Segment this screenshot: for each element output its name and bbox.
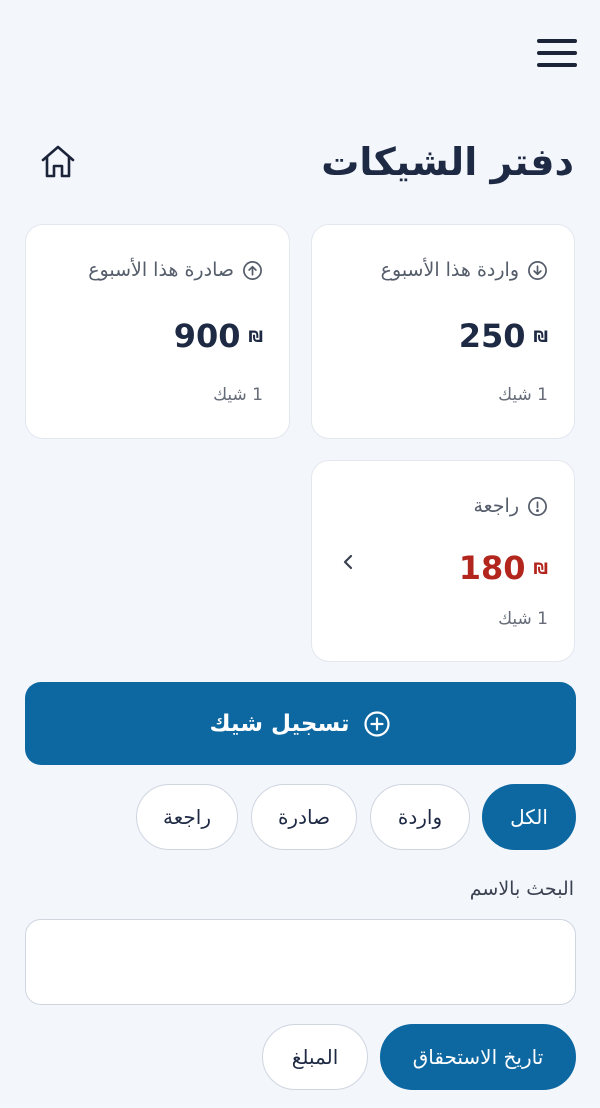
chevron-left-icon[interactable] [340,551,356,573]
register-cheque-button[interactable]: تسجيل شيك [25,682,576,765]
returned-card-header: راجعة [473,495,548,517]
exclamation-circle-icon [528,496,547,516]
sort-amount[interactable]: المبلغ [262,1024,368,1090]
menu-bar-top [537,39,577,43]
page-title: دفتر الشيكات [321,140,574,184]
incoming-card-label: واردة هذا الأسبوع [380,259,519,281]
filter-all[interactable]: الكل [482,784,576,850]
returned-card-count: 1 شيك [498,609,548,629]
search-input[interactable] [25,919,576,1005]
returned-card[interactable]: راجعة ₪ 180 1 شيك [311,460,575,662]
arrow-down-circle-icon [528,260,547,280]
plus-circle-icon [364,710,391,737]
search-label: البحث بالاسم [469,878,574,900]
hamburger-menu-icon[interactable] [537,36,577,70]
shekel-icon: ₪ [533,558,548,578]
outgoing-amount-value: 900 [173,317,241,355]
returned-card-amount: ₪ 180 [459,549,548,587]
menu-bar-bottom [537,63,577,67]
home-icon[interactable] [39,142,77,180]
returned-card-label: راجعة [473,495,519,517]
incoming-card-header: واردة هذا الأسبوع [381,259,548,281]
returned-amount-value: 180 [458,549,526,587]
outgoing-card-count: 1 شيك [213,385,263,405]
shekel-icon: ₪ [533,326,548,346]
outgoing-card-label: صادرة هذا الأسبوع [88,259,234,281]
incoming-card-amount: ₪ 250 [459,317,548,355]
checkbook-page: دفتر الشيكات واردة هذا الأسبوع ₪ 250 1 ش… [0,0,600,1108]
shekel-icon: ₪ [248,326,263,346]
arrow-up-circle-icon [243,260,262,280]
filter-returned[interactable]: راجعة [136,784,238,850]
register-cheque-label: تسجيل شيك [209,710,350,737]
incoming-card-count: 1 شيك [498,385,548,405]
outgoing-card-amount: ₪ 900 [174,317,263,355]
menu-bar-middle [537,51,577,55]
outgoing-card-header: صادرة هذا الأسبوع [88,259,263,281]
filter-outgoing[interactable]: صادرة [251,784,357,850]
incoming-week-card[interactable]: واردة هذا الأسبوع ₪ 250 1 شيك [311,224,575,439]
sort-due-date[interactable]: تاريخ الاستحقاق [380,1024,576,1090]
filter-incoming[interactable]: واردة [370,784,470,850]
incoming-amount-value: 250 [458,317,526,355]
outgoing-week-card[interactable]: صادرة هذا الأسبوع ₪ 900 1 شيك [25,224,290,439]
